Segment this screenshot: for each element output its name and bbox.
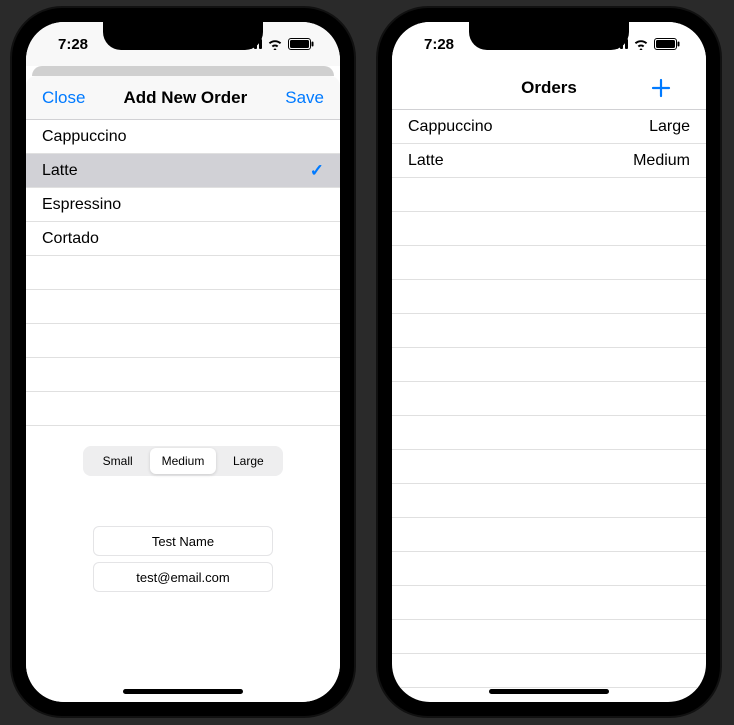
device-right: 7:28 Orders Cappuccino Large	[378, 8, 720, 716]
modal-navbar: Close Add New Order Save	[26, 76, 340, 120]
size-option-medium[interactable]: Medium	[150, 448, 215, 474]
close-button[interactable]: Close	[42, 88, 85, 108]
notch	[469, 22, 629, 50]
modal-title: Add New Order	[123, 88, 247, 108]
empty-row	[26, 358, 340, 392]
empty-row	[392, 178, 706, 212]
size-option-large[interactable]: Large	[216, 448, 281, 474]
empty-row	[26, 324, 340, 358]
empty-row	[392, 348, 706, 382]
empty-row	[392, 450, 706, 484]
drink-row-espressino[interactable]: Espressino	[26, 188, 340, 222]
wifi-icon	[633, 38, 649, 50]
size-option-small[interactable]: Small	[85, 448, 150, 474]
empty-row	[392, 246, 706, 280]
empty-row	[392, 280, 706, 314]
status-time: 7:28	[424, 36, 454, 53]
empty-row	[392, 484, 706, 518]
orders-title: Orders	[521, 78, 577, 98]
empty-row	[392, 620, 706, 654]
notch	[103, 22, 263, 50]
empty-row	[392, 212, 706, 246]
empty-row	[392, 382, 706, 416]
empty-row	[392, 416, 706, 450]
size-segmented-control[interactable]: Small Medium Large	[83, 446, 283, 476]
order-name: Cappuccino	[408, 118, 493, 136]
empty-row	[392, 314, 706, 348]
checkmark-icon: ✓	[310, 161, 324, 181]
empty-row	[26, 256, 340, 290]
battery-icon	[288, 38, 314, 50]
status-time: 7:28	[58, 36, 88, 53]
orders-list[interactable]: Cappuccino Large Latte Medium	[392, 110, 706, 702]
order-name: Latte	[408, 152, 444, 170]
empty-row	[392, 518, 706, 552]
drink-row-cappuccino[interactable]: Cappuccino	[26, 120, 340, 154]
screen-right: 7:28 Orders Cappuccino Large	[392, 22, 706, 702]
plus-icon	[650, 77, 672, 99]
order-row-latte[interactable]: Latte Medium	[392, 144, 706, 178]
drink-row-latte[interactable]: Latte ✓	[26, 154, 340, 188]
empty-row	[26, 392, 340, 426]
drink-row-cortado[interactable]: Cortado	[26, 222, 340, 256]
drink-label: Latte	[42, 162, 78, 180]
battery-icon	[654, 38, 680, 50]
sheet-background-card	[32, 66, 334, 76]
empty-row	[392, 552, 706, 586]
drink-list[interactable]: Cappuccino Latte ✓ Espressino Cortado	[26, 120, 340, 702]
order-row-cappuccino[interactable]: Cappuccino Large	[392, 110, 706, 144]
empty-row	[26, 290, 340, 324]
screen-left: 7:28 Close Add New Order Save Cappucc	[26, 22, 340, 702]
drink-label: Espressino	[42, 196, 121, 214]
home-indicator[interactable]	[489, 689, 609, 694]
home-indicator[interactable]	[123, 689, 243, 694]
name-field[interactable]: Test Name	[93, 526, 273, 556]
order-size: Large	[649, 118, 690, 136]
drink-label: Cortado	[42, 230, 99, 248]
add-order-button[interactable]	[650, 77, 690, 99]
email-field[interactable]: test@email.com	[93, 562, 273, 592]
customer-fields: Test Name test@email.com	[93, 526, 273, 592]
drink-label: Cappuccino	[42, 128, 127, 146]
empty-row	[392, 586, 706, 620]
device-left: 7:28 Close Add New Order Save Cappucc	[12, 8, 354, 716]
empty-row	[392, 654, 706, 688]
orders-navbar: Orders	[392, 66, 706, 110]
save-button[interactable]: Save	[285, 88, 324, 108]
order-size: Medium	[633, 152, 690, 170]
add-order-modal: Close Add New Order Save Cappuccino Latt…	[26, 76, 340, 702]
wifi-icon	[267, 38, 283, 50]
